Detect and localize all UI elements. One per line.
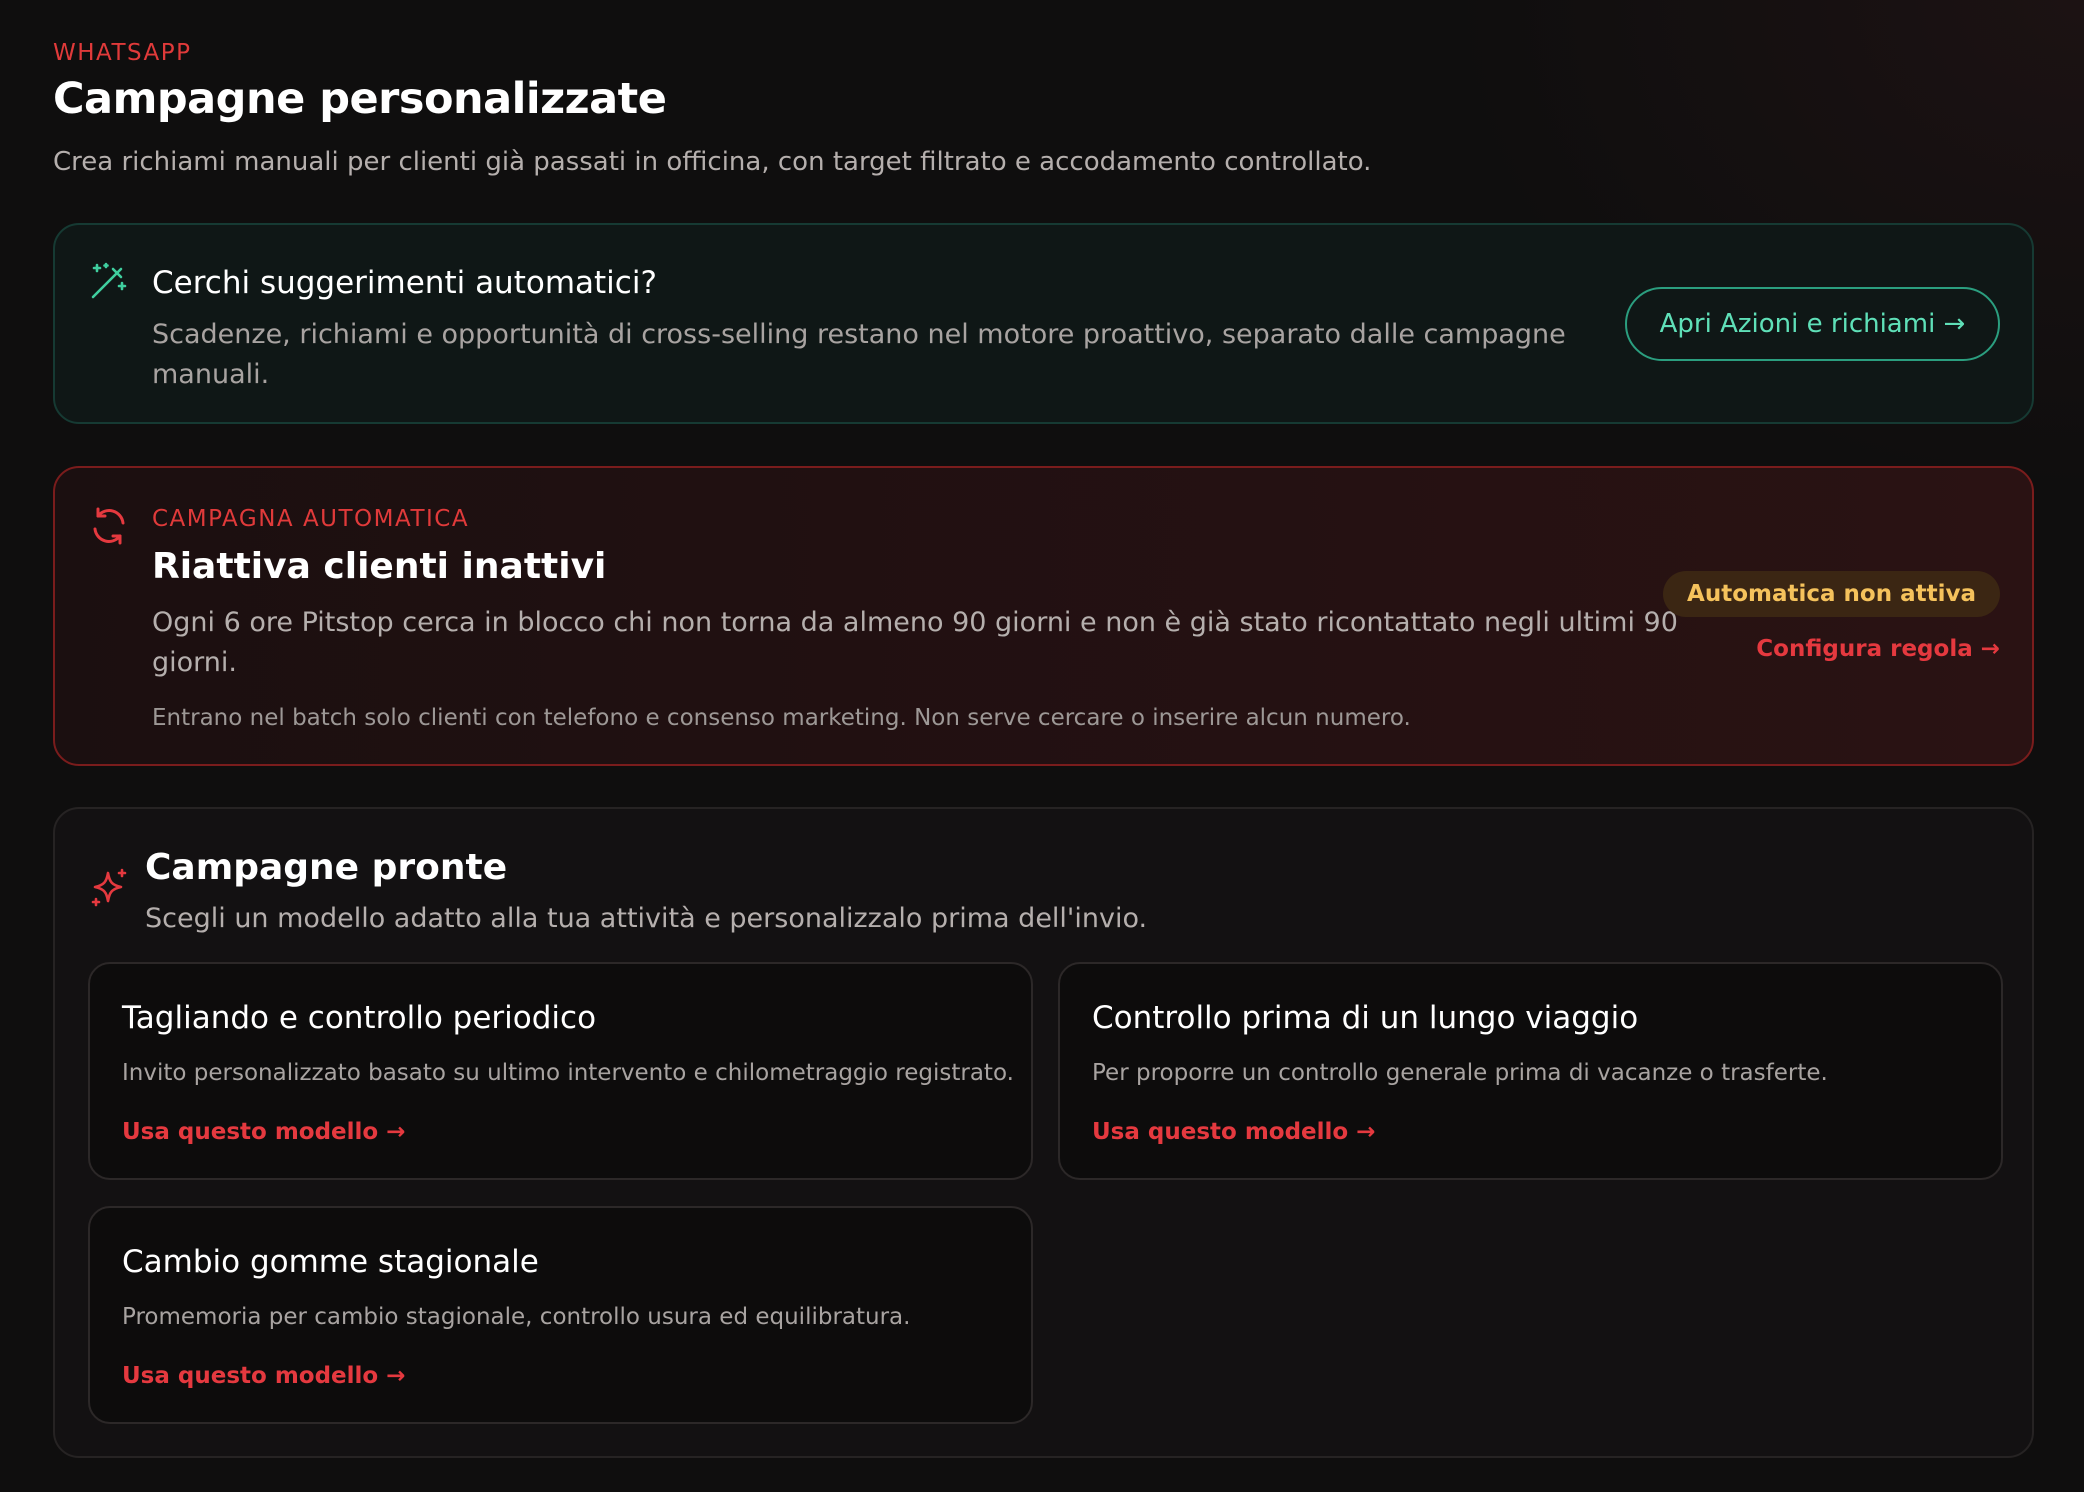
template-title: Tagliando e controllo periodico bbox=[122, 1000, 597, 1036]
configure-rule-link[interactable]: Configura regola → bbox=[1756, 636, 2000, 662]
refresh-icon bbox=[89, 506, 129, 546]
template-description: Per proporre un controllo generale prima… bbox=[1092, 1060, 1828, 1086]
automatic-campaign-title: Riattiva clienti inattivi bbox=[152, 546, 607, 587]
page-eyebrow: WHATSAPP bbox=[53, 40, 192, 66]
use-template-link[interactable]: Usa questo modello → bbox=[1092, 1119, 1376, 1145]
automatic-campaign-description: Ogni 6 ore Pitstop cerca in blocco chi n… bbox=[152, 607, 1678, 678]
open-actions-button[interactable]: Apri Azioni e richiami → bbox=[1625, 287, 2000, 361]
template-title: Cambio gomme stagionale bbox=[122, 1244, 539, 1280]
template-card-tyre-change[interactable]: Cambio gomme stagionale Promemoria per c… bbox=[88, 1206, 1033, 1424]
templates-title: Campagne pronte bbox=[145, 847, 508, 888]
template-card-service[interactable]: Tagliando e controllo periodico Invito p… bbox=[88, 962, 1033, 1180]
magic-wand-icon bbox=[89, 261, 129, 301]
template-title: Controllo prima di un lungo viaggio bbox=[1092, 1000, 1639, 1036]
use-template-link[interactable]: Usa questo modello → bbox=[122, 1119, 406, 1145]
suggestion-title: Cerchi suggerimenti automatici? bbox=[152, 265, 657, 301]
template-card-trip-check[interactable]: Controllo prima di un lungo viaggio Per … bbox=[1058, 962, 2003, 1180]
automatic-campaign-card: CAMPAGNA AUTOMATICA Riattiva clienti ina… bbox=[53, 466, 2034, 766]
suggestion-description: Scadenze, richiami e opportunità di cros… bbox=[152, 319, 1566, 390]
template-description: Promemoria per cambio stagionale, contro… bbox=[122, 1304, 911, 1330]
templates-section: Campagne pronte Scegli un modello adatto… bbox=[53, 807, 2034, 1458]
automatic-campaign-eyebrow: CAMPAGNA AUTOMATICA bbox=[152, 506, 470, 532]
status-badge: Automatica non attiva bbox=[1663, 571, 2000, 617]
automatic-campaign-note: Entrano nel batch solo clienti con telef… bbox=[152, 705, 1411, 731]
suggestion-card: Cerchi suggerimenti automatici? Scadenze… bbox=[53, 223, 2034, 424]
sparkle-icon bbox=[88, 867, 130, 909]
page-subtitle: Crea richiami manuali per clienti già pa… bbox=[53, 147, 1372, 177]
page-title: Campagne personalizzate bbox=[53, 74, 667, 124]
use-template-link[interactable]: Usa questo modello → bbox=[122, 1363, 406, 1389]
template-description: Invito personalizzato basato su ultimo i… bbox=[122, 1060, 1014, 1086]
templates-subtitle: Scegli un modello adatto alla tua attivi… bbox=[145, 903, 1148, 934]
